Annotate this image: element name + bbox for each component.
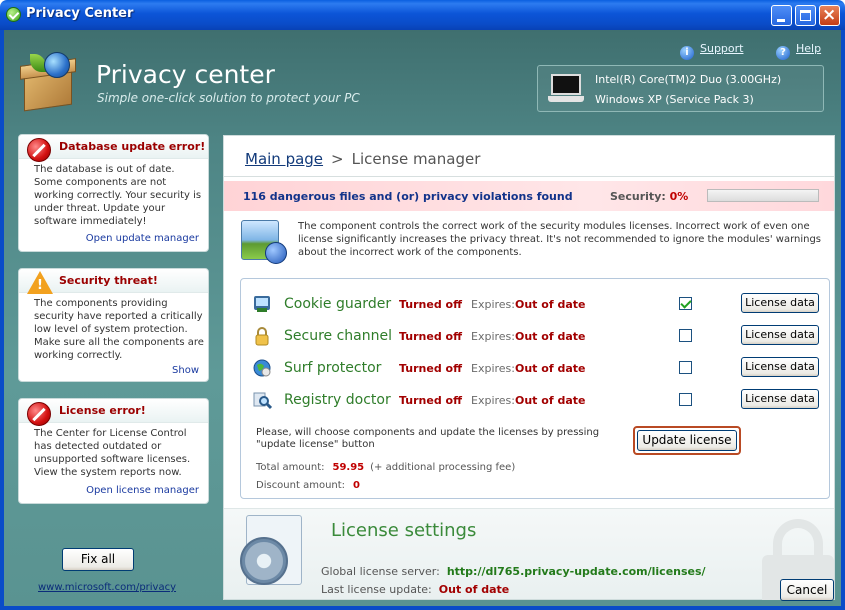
minimize-button[interactable] — [771, 5, 792, 26]
component-name: Cookie guarder — [284, 296, 392, 312]
warning-icon — [27, 271, 53, 294]
discount-amount: Discount amount: 0 — [256, 480, 361, 491]
security-value: 0% — [669, 190, 689, 203]
expires-label: Expires: — [471, 298, 515, 311]
expires-label: Expires: — [471, 362, 515, 375]
component-checkbox[interactable] — [679, 361, 692, 374]
components-panel: Cookie guarder Turned off Expires: Out o… — [240, 278, 830, 499]
alert-license-error: License error! The Center for License Co… — [18, 398, 209, 504]
expires-value: Out of date — [515, 394, 586, 407]
breadcrumb-main-page[interactable]: Main page — [245, 150, 323, 168]
component-name: Registry doctor — [284, 392, 391, 408]
last-update-value: Out of date — [438, 583, 510, 596]
component-name: Surf protector — [284, 360, 382, 376]
os-info: Windows XP (Service Pack 3) — [595, 93, 754, 106]
title-bar: Privacy Center × — [0, 0, 845, 30]
component-status: Turned off — [399, 394, 463, 407]
divider — [224, 176, 834, 177]
threat-strip: 116 dangerous files and (or) privacy vio… — [224, 181, 834, 211]
breadcrumb-separator: > — [331, 150, 344, 168]
laptop-icon — [548, 74, 584, 104]
alert-body: The Center for License Control has detec… — [34, 428, 191, 478]
alert-title: Database update error! — [59, 140, 206, 153]
license-data-button[interactable]: License data — [741, 293, 819, 313]
globe-icon — [252, 358, 272, 378]
intro-text: The component controls the correct work … — [298, 221, 822, 258]
threat-message: 116 dangerous files and (or) privacy vio… — [243, 190, 573, 203]
stop-icon — [27, 402, 51, 426]
license-shield-icon — [241, 220, 289, 268]
app-heading: Privacy center — [96, 60, 275, 89]
app-client-area: Privacy center Simple one-click solution… — [4, 30, 841, 606]
app-logo-box-icon — [20, 52, 80, 112]
settings-gear-icon — [240, 515, 312, 593]
expires-value: Out of date — [515, 362, 586, 375]
microsoft-privacy-link[interactable]: www.microsoft.com/privacy — [38, 582, 176, 593]
total-amount: Total amount: 59.95 (+ additional processi… — [256, 462, 516, 473]
breadcrumb-current: License manager — [351, 150, 481, 168]
choose-components-note: Please, will choose components and updat… — [256, 427, 600, 450]
update-license-button[interactable]: Update license — [637, 430, 737, 451]
alert-body: The database is out of date. Some compon… — [34, 164, 202, 227]
expires-value: Out of date — [515, 298, 586, 311]
cancel-button[interactable]: Cancel — [780, 579, 834, 601]
info-icon: i — [680, 46, 694, 60]
open-update-manager-link[interactable]: Open update manager — [86, 233, 199, 244]
cookie-guarder-icon — [252, 294, 272, 314]
support-link[interactable]: i Support — [680, 42, 743, 60]
component-status: Turned off — [399, 298, 463, 311]
app-tagline: Simple one-click solution to protect you… — [97, 91, 360, 105]
component-name: Secure channel — [284, 328, 392, 344]
alert-body: The components providing security have r… — [34, 298, 204, 361]
close-button[interactable]: × — [819, 5, 840, 26]
expires-value: Out of date — [515, 330, 586, 343]
magnifier-icon — [252, 390, 273, 410]
license-manager-panel: Main page > License manager 116 dangerous … — [223, 135, 835, 601]
expires-label: Expires: — [471, 330, 515, 343]
component-checkbox[interactable] — [679, 393, 692, 406]
open-license-manager-link[interactable]: Open license manager — [86, 485, 199, 496]
padlock-icon — [252, 326, 272, 346]
component-checkbox[interactable] — [679, 297, 692, 310]
alert-database-update: Database update error! The database is o… — [18, 134, 209, 252]
processing-fee-note: (+ additional processing fee) — [370, 462, 516, 473]
component-status: Turned off — [399, 362, 463, 375]
last-update-row: Last license update: Out of date — [321, 583, 510, 596]
component-row-cookie-guarder: Cookie guarder Turned off Expires: Out o… — [241, 291, 829, 317]
license-settings-section: License settings Global license server: h… — [224, 508, 834, 601]
maximize-button[interactable] — [795, 5, 816, 26]
license-server-value: http://dl765.privacy-update.com/licenses… — [446, 565, 706, 578]
component-row-secure-channel: Secure channel Turned off Expires: Out o… — [241, 323, 829, 349]
system-info-panel: Intel(R) Core(TM)2 Duo (3.00GHz) Windows… — [537, 65, 824, 112]
alert-security-threat: Security threat! The components providin… — [18, 268, 209, 382]
license-data-button[interactable]: License data — [741, 357, 819, 377]
app-check-icon — [6, 7, 21, 22]
breadcrumb: Main page > License manager — [245, 150, 480, 168]
license-settings-title: License settings — [331, 520, 477, 541]
alert-title: License error! — [59, 404, 146, 417]
show-link[interactable]: Show — [172, 365, 199, 376]
security-progress-bar — [707, 189, 819, 202]
security-label: Security: 0% — [610, 190, 689, 203]
help-link[interactable]: ? Help — [776, 42, 821, 60]
discount-amount-value: 0 — [353, 480, 361, 491]
close-icon: × — [822, 5, 837, 25]
fix-all-button[interactable]: Fix all — [62, 548, 134, 571]
cpu-info: Intel(R) Core(TM)2 Duo (3.00GHz) — [595, 73, 782, 86]
question-icon: ? — [776, 46, 790, 60]
stop-icon — [27, 138, 51, 162]
total-amount-value: 59.95 — [332, 462, 365, 473]
component-row-registry-doctor: Registry doctor Turned off Expires: Out … — [241, 387, 829, 413]
expires-label: Expires: — [471, 394, 515, 407]
license-server-row: Global license server: http://dl765.priva… — [321, 565, 706, 578]
component-checkbox[interactable] — [679, 329, 692, 342]
alert-title: Security threat! — [59, 274, 158, 287]
component-status: Turned off — [399, 330, 463, 343]
license-data-button[interactable]: License data — [741, 389, 819, 409]
window-title: Privacy Center — [26, 6, 134, 21]
license-data-button[interactable]: License data — [741, 325, 819, 345]
update-license-focus-ring: Update license — [633, 426, 741, 455]
component-row-surf-protector: Surf protector Turned off Expires: Out o… — [241, 355, 829, 381]
